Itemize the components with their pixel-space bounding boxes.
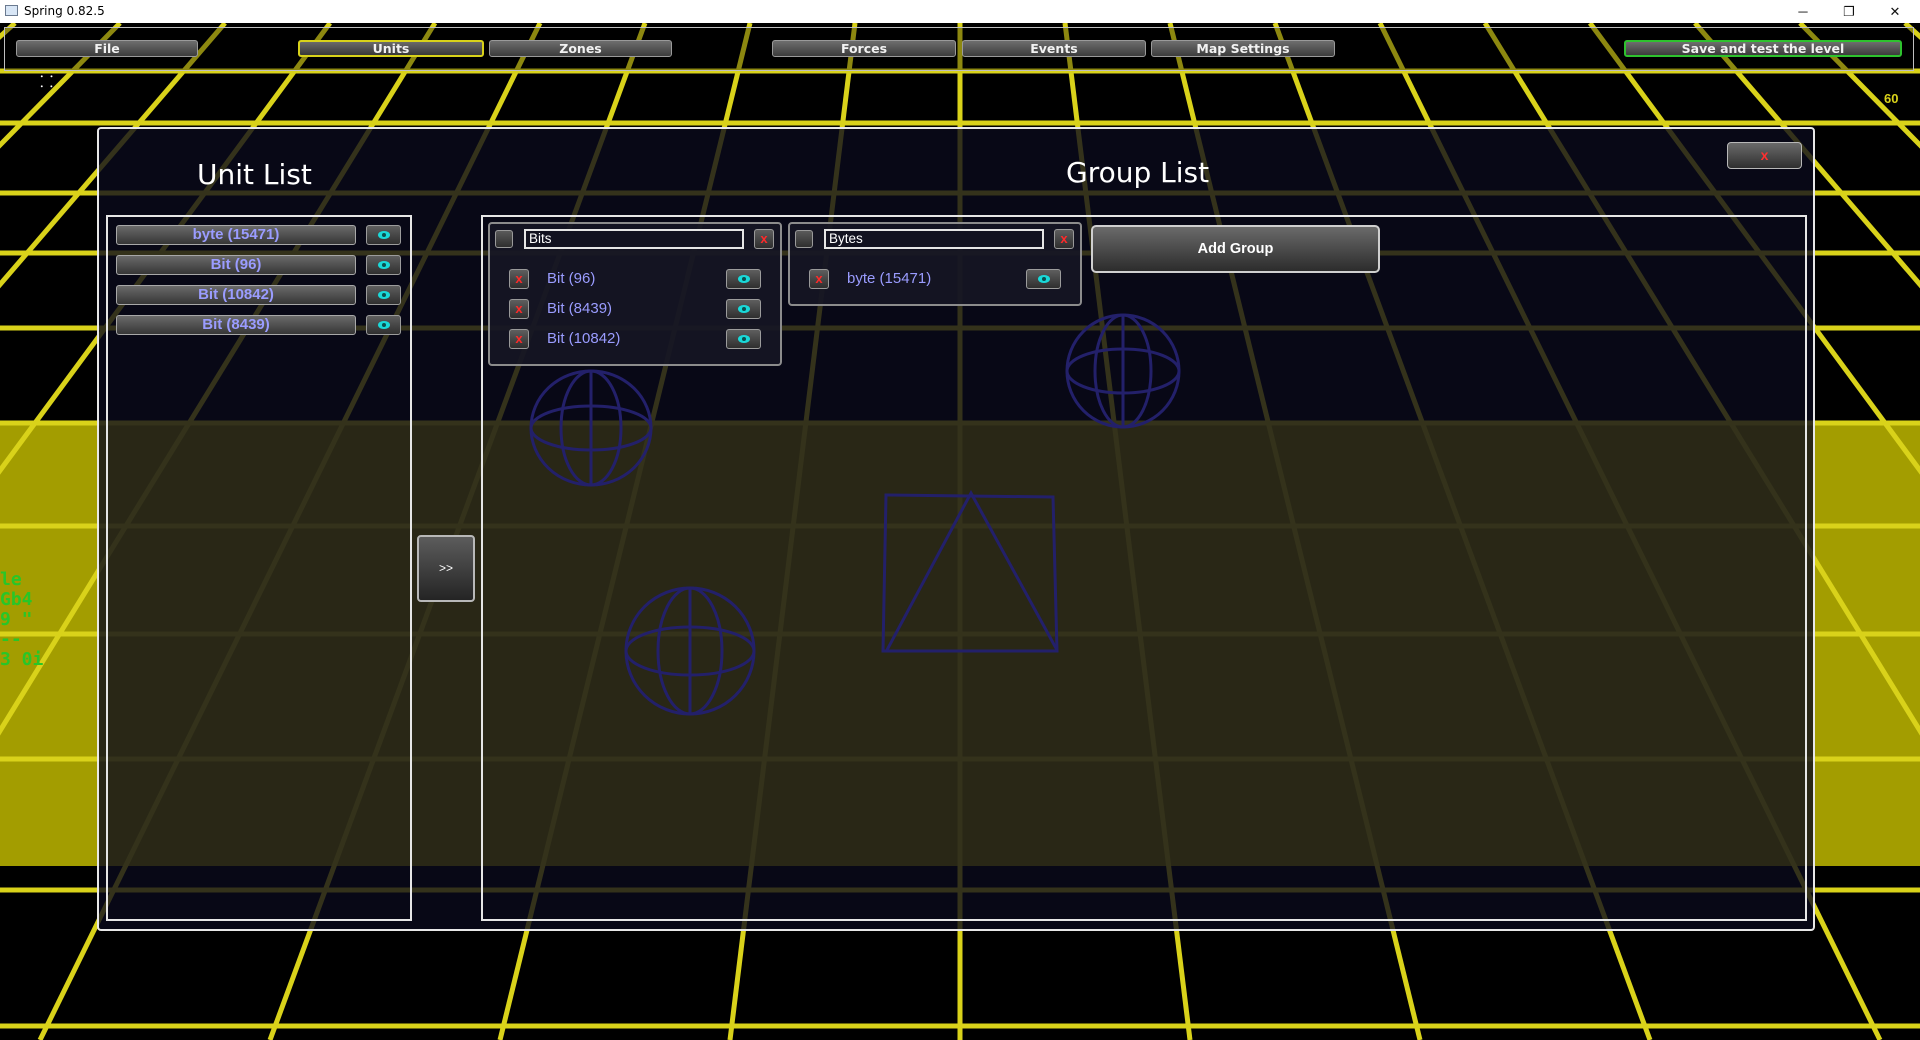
group-select-checkbox[interactable] bbox=[495, 230, 513, 248]
app-icon bbox=[5, 5, 18, 16]
eye-icon[interactable] bbox=[366, 225, 401, 245]
eye-icon[interactable] bbox=[1026, 269, 1061, 289]
eye-pupil bbox=[377, 261, 390, 269]
eye-icon[interactable] bbox=[366, 255, 401, 275]
group-select-checkbox[interactable] bbox=[795, 230, 813, 248]
eye-pupil bbox=[377, 231, 390, 239]
menu-units[interactable]: Units bbox=[298, 40, 484, 57]
x-icon: x bbox=[1060, 231, 1068, 246]
close-dialog-button[interactable]: x bbox=[1727, 142, 1802, 169]
add-to-group-button[interactable]: >> bbox=[417, 535, 475, 602]
x-icon: x bbox=[515, 331, 523, 346]
delete-group-button[interactable]: x bbox=[1054, 229, 1074, 249]
unit-list-item[interactable]: Bit (96) bbox=[116, 255, 356, 275]
eye-pupil bbox=[737, 335, 750, 343]
menu-file[interactable]: File bbox=[16, 40, 198, 57]
x-icon: x bbox=[515, 271, 523, 286]
menu-zones[interactable]: Zones bbox=[489, 40, 672, 57]
unit-list-item[interactable]: Bit (10842) bbox=[116, 285, 356, 305]
eye-pupil bbox=[737, 305, 750, 313]
x-icon: x bbox=[515, 301, 523, 316]
group-list-title: Group List bbox=[1066, 156, 1210, 189]
menu-map-settings[interactable]: Map Settings bbox=[1151, 40, 1335, 57]
unit-list-title: Unit List bbox=[197, 158, 312, 191]
add-group-button[interactable]: Add Group bbox=[1091, 225, 1380, 273]
eye-icon[interactable] bbox=[726, 269, 761, 289]
close-window-button[interactable]: ✕ bbox=[1872, 0, 1918, 23]
minimize-button[interactable]: ─ bbox=[1780, 0, 1826, 23]
eye-icon[interactable] bbox=[366, 285, 401, 305]
unit-list-item[interactable]: byte (15471) bbox=[116, 225, 356, 245]
group-name-input[interactable]: Bytes bbox=[824, 229, 1044, 249]
os-title-bar: Spring 0.82.5 ─ ❐ ✕ bbox=[0, 0, 1920, 23]
group-member-label: Bit (10842) bbox=[547, 330, 621, 347]
delete-group-button[interactable]: x bbox=[754, 229, 774, 249]
menu-forces[interactable]: Forces bbox=[772, 40, 956, 57]
eye-pupil bbox=[377, 321, 390, 329]
green-artifact-text: le Gb4 9 " -- 3 0i bbox=[0, 569, 44, 670]
group-name-input[interactable]: Bits bbox=[524, 229, 744, 249]
eye-icon[interactable] bbox=[726, 329, 761, 349]
maximize-button[interactable]: ❐ bbox=[1826, 0, 1872, 23]
eye-icon[interactable] bbox=[366, 315, 401, 335]
mouse-cursor-icon: ⸬ bbox=[40, 74, 54, 91]
eye-pupil bbox=[1037, 275, 1050, 283]
eye-pupil bbox=[377, 291, 390, 299]
x-icon: x bbox=[760, 231, 768, 246]
window-title: Spring 0.82.5 bbox=[24, 4, 105, 18]
remove-member-button[interactable]: x bbox=[509, 329, 529, 349]
group-member-label: byte (15471) bbox=[847, 270, 932, 287]
unit-list-item[interactable]: Bit (8439) bbox=[116, 315, 356, 335]
remove-member-button[interactable]: x bbox=[509, 299, 529, 319]
fps-counter: 60 bbox=[1884, 91, 1899, 106]
group-member-label: Bit (8439) bbox=[547, 300, 613, 317]
eye-icon[interactable] bbox=[726, 299, 761, 319]
eye-pupil bbox=[737, 275, 750, 283]
group-member-label: Bit (96) bbox=[547, 270, 596, 287]
remove-member-button[interactable]: x bbox=[509, 269, 529, 289]
x-icon: x bbox=[815, 271, 823, 286]
save-test-button[interactable]: Save and test the level bbox=[1624, 40, 1902, 57]
remove-member-button[interactable]: x bbox=[809, 269, 829, 289]
menu-events[interactable]: Events bbox=[962, 40, 1146, 57]
